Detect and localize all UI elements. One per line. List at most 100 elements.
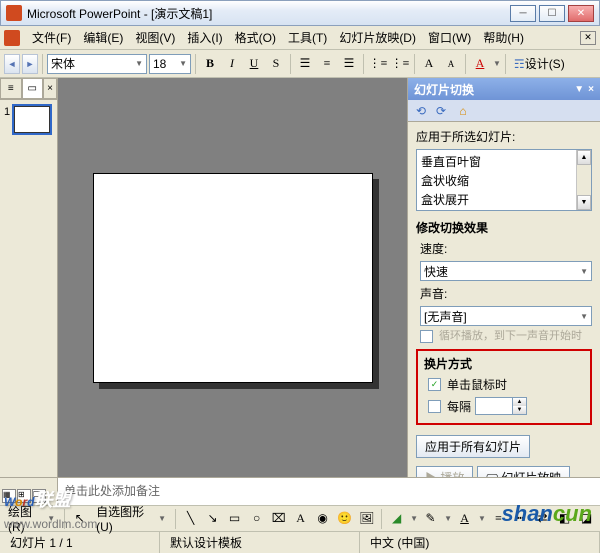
taskpane-menu-button[interactable]: ▼ [574,84,584,95]
taskpane-nav: ⟲ ⟳ ⌂ [408,100,600,122]
scroll-up-icon[interactable]: ▲ [577,150,591,165]
font-size-combo[interactable]: 18 ▼ [149,54,191,74]
menu-window[interactable]: 窗口(W) [422,27,477,48]
minimize-button[interactable]: ─ [510,5,536,22]
menu-bar: 文件(F) 编辑(E) 视图(V) 插入(I) 格式(O) 工具(T) 幻灯片放… [0,26,600,50]
maximize-button[interactable]: ☐ [539,5,565,22]
list-item[interactable]: 垂直百叶窗 [419,152,574,171]
chevron-down-icon[interactable]: ▼ [410,514,418,523]
sound-combo[interactable]: [无声音] ▼ [420,306,592,326]
list-item[interactable]: 盒状展开 [419,190,574,209]
diagram-button[interactable]: ◉ [313,509,332,529]
autoshapes-menu[interactable]: 自选图形(U) ▼ [92,503,170,534]
onclick-checkbox[interactable]: ✓ [428,378,441,391]
decrease-font-button[interactable]: A [441,54,461,74]
menu-edit[interactable]: 编辑(E) [77,27,129,48]
onclick-label: 单击鼠标时 [447,376,507,393]
slides-tab[interactable]: ▭ [22,78,44,99]
design-button[interactable]: ☶ 设计(S) [510,54,569,74]
nav-fwd-icon[interactable]: ⟳ [432,102,450,120]
outline-pane: ≡ ▭ × 1 [0,78,58,477]
apply-all-button[interactable]: 应用于所有幻灯片 [416,435,530,458]
auto-after-checkbox[interactable] [428,400,441,413]
auto-after-label: 每隔 [447,398,471,415]
slideshow-button[interactable]: 🖵 幻灯片放映 [477,466,570,477]
outline-close[interactable]: × [43,78,57,99]
picture-button[interactable]: 🖼 [357,509,376,529]
chevron-down-icon[interactable]: ▼ [478,514,486,523]
align-right-button[interactable]: ☰ [339,54,359,74]
window-title: Microsoft PowerPoint - [演示文稿1] [27,5,510,22]
font-size-value: 18 [153,57,166,71]
play-button[interactable]: ▶ 播放 [416,466,473,477]
slide-canvas[interactable] [93,173,373,383]
status-template: 默认设计模板 [160,532,360,553]
increase-font-button[interactable]: A [419,54,439,74]
rectangle-button[interactable]: ▭ [225,509,244,529]
chevron-down-icon: ▼ [580,267,588,276]
sound-value: [无声音] [424,308,467,325]
menu-view[interactable]: 视图(V) [129,27,181,48]
menu-help[interactable]: 帮助(H) [477,27,530,48]
speed-value: 快速 [424,263,448,280]
slide-editor-pane[interactable] [58,78,408,477]
outline-tab[interactable]: ≡ [0,78,22,99]
textbox-button[interactable]: ⌧ [269,509,288,529]
menu-format[interactable]: 格式(O) [229,27,282,48]
list-item[interactable]: 盒状收缩 [419,171,574,190]
status-language: 中文 (中国) [360,532,600,553]
formatting-toolbar: ◄ ► 宋体 ▼ 18 ▼ B I U S ☰ ≡ ☰ ⋮≡ ⋮≡ A A A▼… [0,50,600,78]
arrow-button[interactable]: ↘ [203,509,222,529]
taskpane-header: 幻灯片切换 ▼ × [408,78,600,100]
watermark-url: www.wordlm.com [4,517,97,531]
spin-down-icon[interactable]: ▼ [512,406,526,414]
menu-insert[interactable]: 插入(I) [181,27,228,48]
align-left-button[interactable]: ☰ [295,54,315,74]
status-bar: 幻灯片 1 / 1 默认设计模板 中文 (中国) [0,531,600,553]
italic-button[interactable]: I [222,54,242,74]
interval-input[interactable]: ▲ ▼ [475,397,527,415]
taskpane-title: 幻灯片切换 [414,81,474,98]
transition-listbox[interactable]: 垂直百叶窗 盒状收缩 盒状展开 ▲ ▼ [416,149,592,211]
document-close-button[interactable]: ✕ [580,31,596,45]
menu-file[interactable]: 文件(F) [26,27,77,48]
chevron-down-icon: ▼ [135,59,143,68]
nav-back-button[interactable]: ◄ [4,54,20,74]
chevron-down-icon[interactable]: ▼ [493,59,501,68]
slide-number: 1 [4,106,10,133]
nav-fwd-button[interactable]: ► [22,54,38,74]
font-family-combo[interactable]: 宋体 ▼ [47,54,147,74]
window-titlebar: Microsoft PowerPoint - [演示文稿1] ─ ☐ ✕ [0,0,600,26]
close-button[interactable]: ✕ [568,5,594,22]
font-color-button[interactable]: A [470,54,490,74]
oval-button[interactable]: ○ [247,509,266,529]
scrollbar[interactable]: ▲ ▼ [576,150,591,210]
wordart-button[interactable]: A [291,509,310,529]
watermark-logo: Word联盟 [4,485,70,513]
status-slide: 幻灯片 1 / 1 [0,532,160,553]
chevron-down-icon[interactable]: ▼ [444,514,452,523]
bold-button[interactable]: B [200,54,220,74]
slide-thumbnail[interactable] [14,106,50,133]
nav-back-icon[interactable]: ⟲ [412,102,430,120]
scroll-down-icon[interactable]: ▼ [577,195,591,210]
loop-label: 循环播放，到下一声音开始时 [439,330,582,342]
modify-effect-label: 修改切换效果 [416,219,592,236]
menu-tools[interactable]: 工具(T) [282,27,333,48]
taskpane-close-button[interactable]: × [588,84,594,95]
line-color-button[interactable]: ✎ [421,509,440,529]
document-icon [4,30,20,46]
home-icon[interactable]: ⌂ [454,102,472,120]
shadow-button[interactable]: S [266,54,286,74]
spin-up-icon[interactable]: ▲ [512,398,526,406]
numbering-button[interactable]: ⋮≡ [368,54,388,74]
align-center-button[interactable]: ≡ [317,54,337,74]
underline-button[interactable]: U [244,54,264,74]
menu-slideshow[interactable]: 幻灯片放映(D) [333,27,422,48]
bullets-button[interactable]: ⋮≡ [390,54,410,74]
speed-combo[interactable]: 快速 ▼ [420,261,592,281]
clipart-button[interactable]: 🙂 [335,509,354,529]
line-button[interactable]: ╲ [181,509,200,529]
font-color-button[interactable]: A [455,509,474,529]
fill-color-button[interactable]: ◢ [387,509,406,529]
